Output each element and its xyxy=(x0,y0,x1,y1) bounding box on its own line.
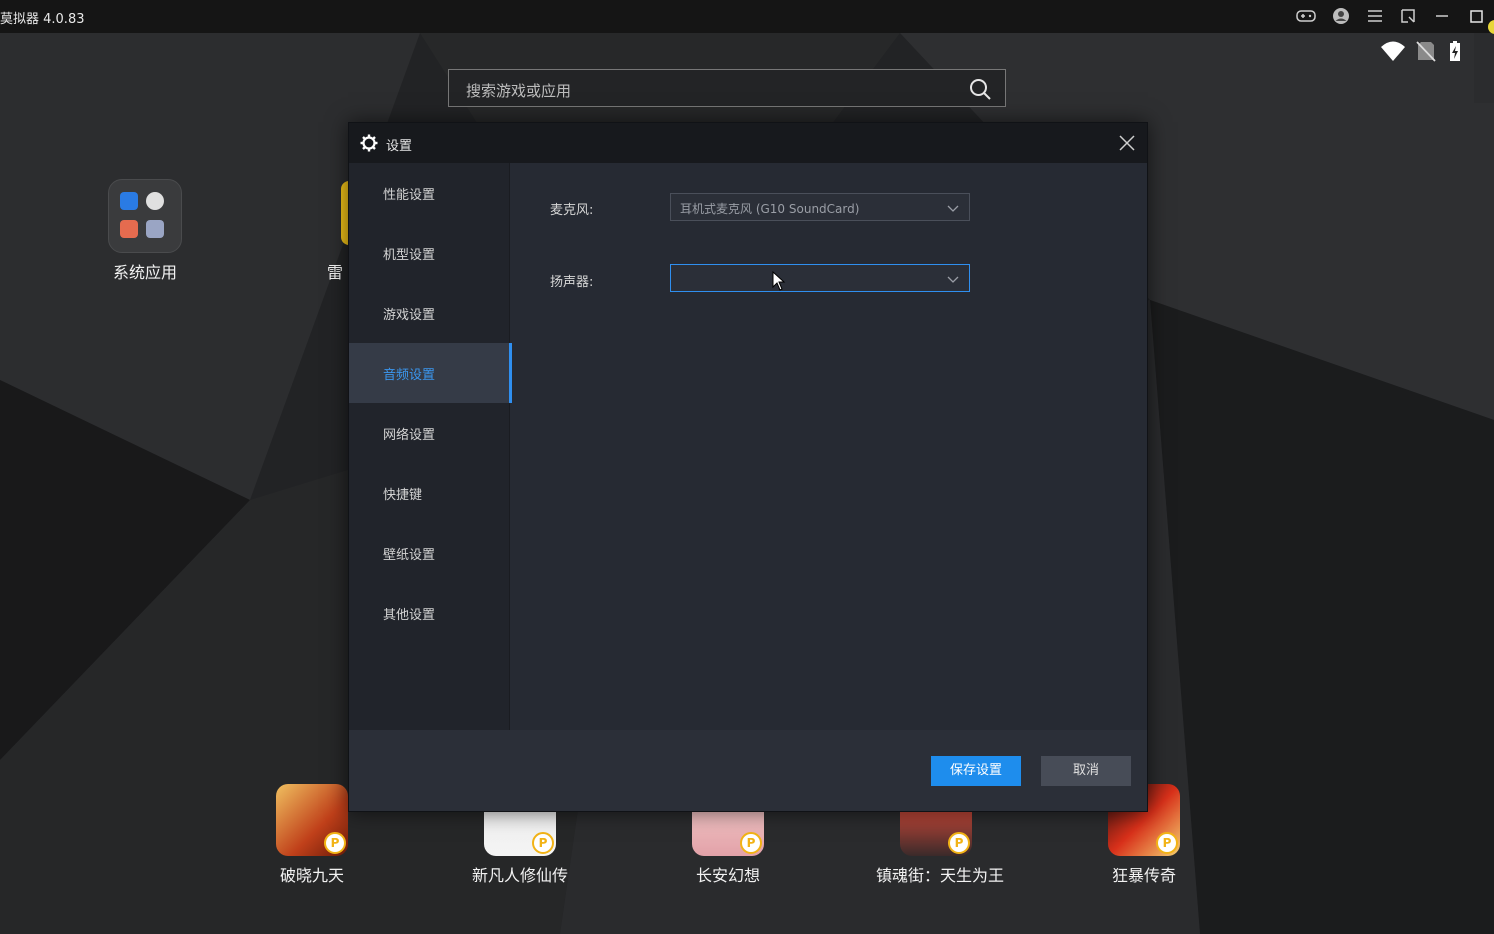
nav-item-label: 网络设置 xyxy=(383,428,436,443)
minimize-icon[interactable] xyxy=(1432,6,1452,26)
nav-item-label: 音频设置 xyxy=(383,368,436,383)
nav-item-audio[interactable]: 音频设置 xyxy=(349,343,512,403)
nav-item-network[interactable]: 网络设置 xyxy=(349,403,511,463)
chevron-down-icon xyxy=(947,202,959,212)
nav-item-label: 壁纸设置 xyxy=(383,548,436,563)
gear-icon xyxy=(360,134,378,152)
settings-dialog: 设置 性能设置 机型设置 游戏设置 音频设置 网络设置 快捷键 壁纸设置 其他设… xyxy=(348,122,1148,812)
microphone-select[interactable]: 耳机式麦克风 (G10 SoundCard) xyxy=(670,193,970,221)
nav-item-device-model[interactable]: 机型设置 xyxy=(349,223,511,283)
nav-item-other[interactable]: 其他设置 xyxy=(349,583,511,643)
settings-nav: 性能设置 机型设置 游戏设置 音频设置 网络设置 快捷键 壁纸设置 其他设置 xyxy=(349,163,512,730)
nav-item-label: 快捷键 xyxy=(383,488,423,503)
no-sim-icon xyxy=(1416,40,1440,62)
nav-item-label: 机型设置 xyxy=(383,248,436,263)
speaker-select[interactable] xyxy=(670,264,970,292)
microphone-label: 麦克风: xyxy=(550,203,594,218)
game-badge-icon: P xyxy=(740,832,762,854)
chevron-down-icon xyxy=(947,273,959,283)
game-label: 破晓九天 xyxy=(279,866,344,885)
search-icon[interactable] xyxy=(969,78,991,100)
game-icon: P xyxy=(276,784,348,856)
microphone-value: 耳机式麦克风 (G10 SoundCard) xyxy=(680,202,860,216)
dialog-title: 设置 xyxy=(386,139,413,154)
mini-mode-icon[interactable] xyxy=(1398,6,1418,26)
game-label: 新凡人修仙传 xyxy=(471,866,568,885)
cancel-button[interactable]: 取消 xyxy=(1041,756,1131,786)
speaker-label: 扬声器: xyxy=(550,275,594,290)
dialog-header: 设置 xyxy=(349,123,1147,163)
search-input[interactable]: 搜索游戏或应用 xyxy=(466,80,571,101)
game-badge-icon: P xyxy=(532,832,554,854)
partial-app-label: 雷 xyxy=(327,263,344,282)
game-badge-icon: P xyxy=(324,832,346,854)
game-badge-icon: P xyxy=(1156,832,1178,854)
dialog-footer: 保存设置 取消 xyxy=(349,730,1147,811)
close-icon[interactable] xyxy=(1117,133,1137,153)
title-bar: 莫拟器 4.0.83 xyxy=(0,0,1494,33)
user-avatar-icon[interactable] xyxy=(1331,6,1351,26)
gamepad-icon[interactable] xyxy=(1296,6,1316,26)
nav-item-label: 其他设置 xyxy=(383,608,436,623)
maximize-icon[interactable] xyxy=(1466,6,1486,26)
nav-item-shortcuts[interactable]: 快捷键 xyxy=(349,463,511,523)
battery-charging-icon xyxy=(1447,40,1471,62)
game-badge-icon: P xyxy=(948,832,970,854)
save-settings-button[interactable]: 保存设置 xyxy=(931,756,1021,786)
nav-item-label: 性能设置 xyxy=(383,188,436,203)
game-label: 镇魂街：天生为王 xyxy=(876,866,1005,885)
system-apps-folder[interactable]: 系统应用 xyxy=(85,179,205,283)
folder-icon xyxy=(108,179,182,253)
nav-item-performance[interactable]: 性能设置 xyxy=(349,163,511,223)
game-label: 狂暴传奇 xyxy=(1111,866,1176,885)
nav-item-wallpaper[interactable]: 壁纸设置 xyxy=(349,523,511,583)
menu-icon[interactable] xyxy=(1365,6,1385,26)
nav-item-label: 游戏设置 xyxy=(383,308,436,323)
mouse-cursor-icon xyxy=(772,270,786,291)
side-notification-tab[interactable] xyxy=(1474,20,1494,103)
nav-item-game[interactable]: 游戏设置 xyxy=(349,283,511,343)
system-apps-label: 系统应用 xyxy=(112,263,177,282)
game-label: 长安幻想 xyxy=(695,866,760,885)
wifi-icon xyxy=(1380,40,1405,62)
app-title: 莫拟器 4.0.83 xyxy=(0,12,85,27)
search-bar[interactable]: 搜索游戏或应用 xyxy=(448,69,1006,107)
